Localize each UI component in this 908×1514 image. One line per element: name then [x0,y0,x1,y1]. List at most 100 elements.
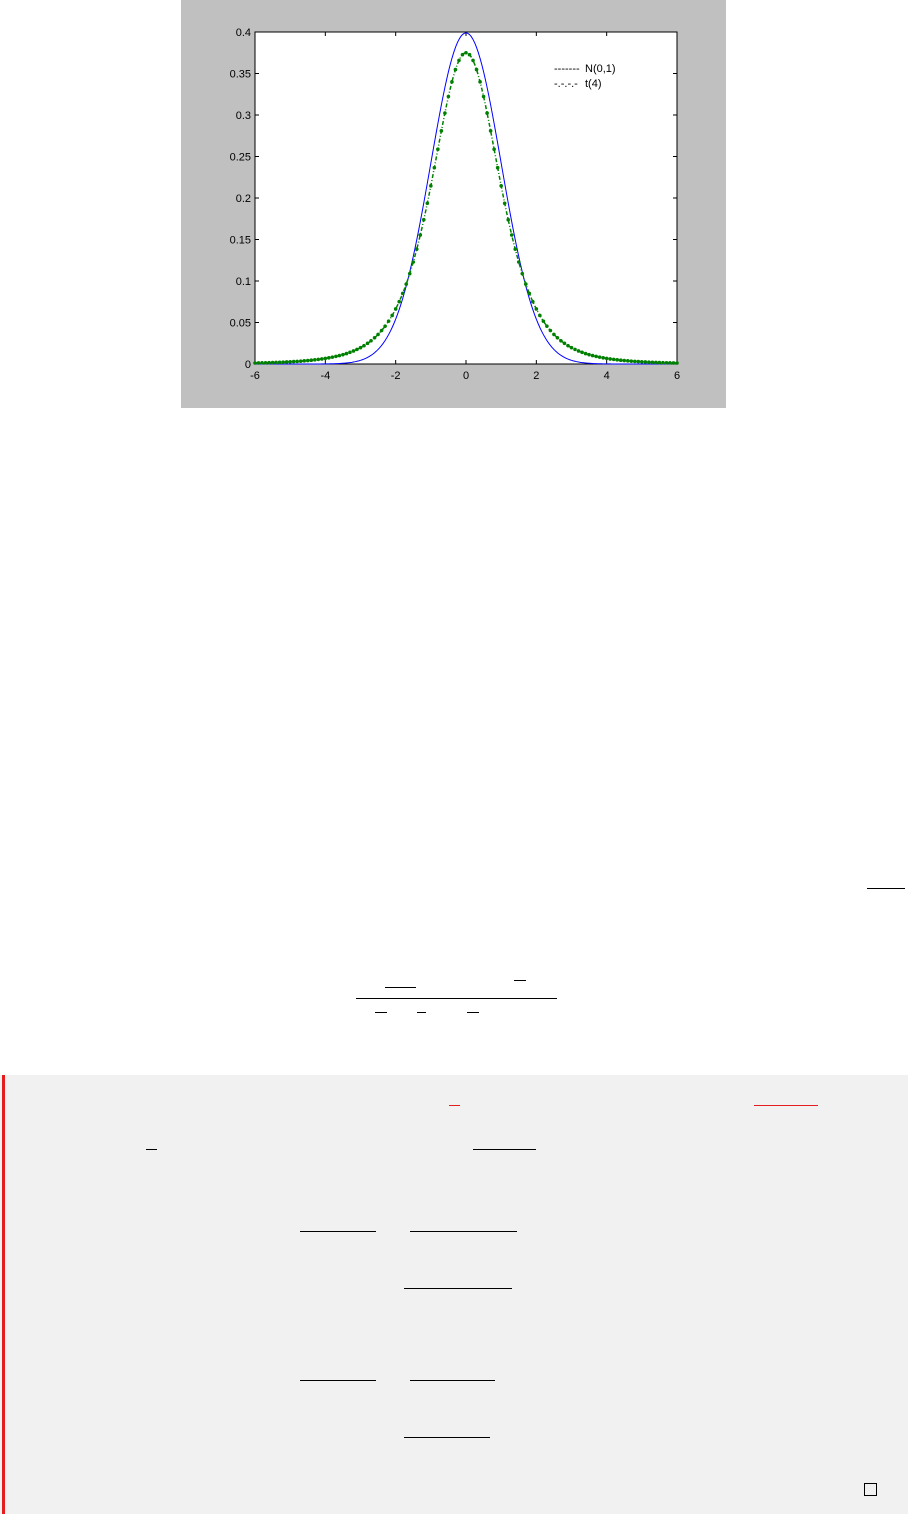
t-series-point [379,328,384,333]
t-series-point [467,52,472,57]
t-series-point [316,357,321,362]
t-series-point [256,361,261,365]
t-series-point [253,361,257,365]
t-series-point [263,360,268,365]
t-series-point [446,94,451,99]
t-series-point [548,328,553,333]
t-series-point [425,201,430,206]
t-series-point [636,359,641,364]
t-series-point [341,352,345,357]
t-series-point [590,353,595,358]
t-series-point [520,271,525,276]
t-series-point [390,313,394,318]
t-series-point [640,360,644,364]
x-tick-label: 0 [463,370,469,382]
y-tick-label: 0.05 [230,318,251,330]
t-series-point [337,353,342,358]
t-series-point [622,358,627,363]
t-series-point [443,111,447,115]
y-tick-label: 0.15 [230,235,251,247]
t-series-point [422,217,426,222]
t-series-point [305,358,310,363]
proof-fraction-bar [410,1231,517,1232]
t-series-point [629,359,634,363]
t-series-point [485,111,489,115]
t-series-point [664,360,669,365]
t-series-point [351,349,356,353]
t-series-point [348,350,352,355]
t-series-point [601,356,605,360]
t-series-point [284,360,289,364]
t-series-point [668,361,672,365]
y-tick-label: 0.1 [236,276,251,288]
t-series-point [625,359,630,363]
t-series-point [383,324,387,328]
t-series-point [397,299,401,304]
t-series-point [481,94,486,99]
t-series-point [334,354,338,359]
t-series-point [288,360,292,364]
t-series-point [566,343,570,348]
figure: -6 -4 -2 0 2 4 6 0 0.05 0.1 0.15 0.2 0.25 0.3 0.35 0.4… [181,0,726,408]
y-tick-label: 0 [245,359,251,371]
t-series-point [474,67,479,72]
t-series-point [675,361,679,365]
proof-margin-bar [2,1075,5,1514]
t-series-point [436,147,440,152]
t-series-point [647,360,651,364]
t-series-point [418,233,423,237]
t-series-point [618,358,623,363]
formula-overline [467,1012,479,1013]
proof-fraction-bar [404,1288,512,1289]
x-tick-label: 4 [604,370,610,382]
proof-overline [146,1149,157,1150]
t-series-point [320,357,324,361]
t-series-point [298,359,303,363]
t-series-point [523,282,528,286]
t-series-point [562,341,567,346]
legend-sample-t: -.-.-.- [554,78,578,90]
t-series-point [545,324,549,328]
x-tick-label: 2 [533,370,539,382]
t-series-point [344,351,349,356]
t-series-point [499,184,503,188]
t-series-point [502,201,507,206]
t-series-point [643,360,648,364]
proof-fraction-bar [473,1149,536,1150]
t-series-point [580,350,584,355]
t-series-point [404,282,409,286]
t-series-point [365,341,370,346]
t-series-point [552,332,556,337]
t-series-point [267,360,271,365]
t-series-point [291,359,296,364]
t-series-point [450,80,454,84]
t-series-point [393,307,398,311]
t-series-point [555,335,560,340]
t-series-point [492,147,496,152]
formula-main-fraction-bar [356,998,557,999]
t-series-point [573,347,577,352]
t-series-point [302,359,307,363]
t-series-point [439,129,444,133]
t-series-point [569,345,574,350]
t-series-point [633,359,637,364]
formula-fraction-bar [867,888,905,889]
t-series-point [671,361,676,365]
t-series-point [604,356,609,361]
t-series-point [615,358,620,362]
legend-sample-normal: ------- [554,63,580,75]
t-series-point [295,359,299,364]
y-tick-label: 0.4 [236,27,251,39]
t-series-point [376,332,380,337]
proof-fraction-bar [300,1380,376,1381]
t-series-point [559,338,563,343]
t-series-point [277,360,282,365]
t-series-point [513,247,518,251]
y-tick-label: 0.35 [230,69,251,81]
t-series-point [312,358,317,362]
t-series-point [323,356,328,361]
t-series-point [414,247,419,251]
t-series-point [509,233,514,237]
plot-area [254,31,678,365]
t-series-point [372,335,377,340]
